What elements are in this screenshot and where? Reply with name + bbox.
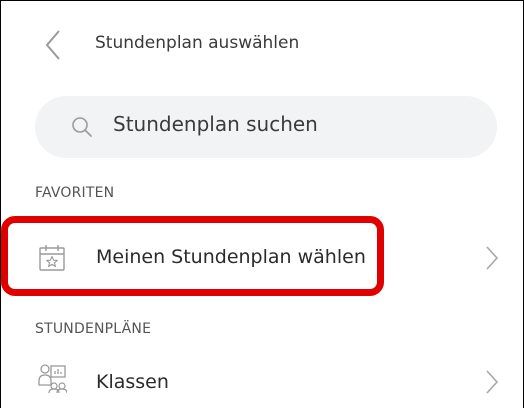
list-item-classes[interactable]: Klassen (1, 353, 523, 408)
section-label-favorites: FAVORITEN (35, 185, 115, 201)
chevron-right-icon (486, 246, 499, 270)
page-title: Stundenplan auswählen (95, 33, 300, 53)
list-item-label: Meinen Stundenplan wählen (96, 246, 366, 268)
list-item-my-timetable[interactable]: Meinen Stundenplan wählen (1, 229, 523, 287)
search-icon (72, 117, 92, 137)
search-field[interactable]: Stundenplan suchen (35, 96, 497, 158)
chevron-left-icon[interactable] (43, 29, 63, 61)
search-placeholder: Stundenplan suchen (113, 112, 318, 136)
chevron-right-icon (486, 370, 499, 394)
section-label-timetables: STUNDENPLÄNE (35, 321, 152, 337)
header: Stundenplan auswählen (1, 1, 523, 91)
calendar-star-icon (39, 245, 65, 271)
class-people-board-icon (38, 364, 67, 393)
screen: Stundenplan auswählen Stundenplan suchen… (0, 0, 524, 408)
list-item-label: Klassen (96, 371, 169, 393)
